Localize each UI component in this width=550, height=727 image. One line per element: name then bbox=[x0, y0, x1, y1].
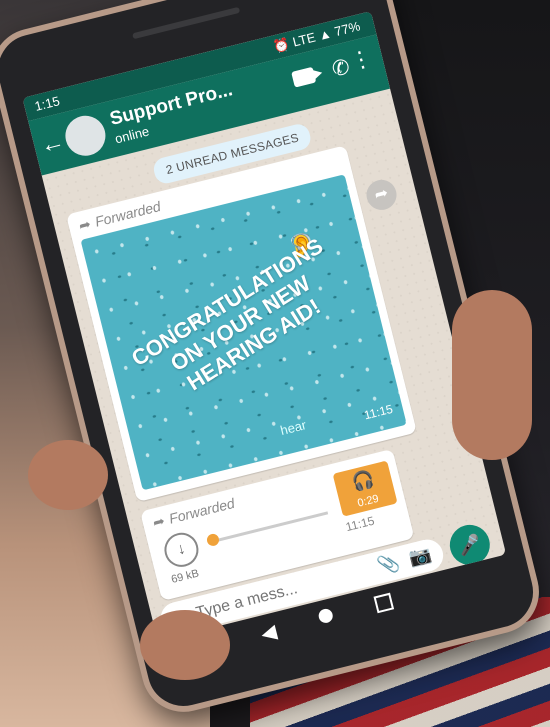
share-icon[interactable]: ➦ bbox=[363, 176, 400, 214]
audio-slider-thumb[interactable] bbox=[205, 532, 221, 548]
thumb bbox=[28, 440, 108, 510]
camera-icon[interactable]: 📷 bbox=[407, 544, 434, 570]
nav-recent-icon[interactable] bbox=[373, 592, 395, 614]
finger bbox=[140, 610, 230, 680]
earpiece bbox=[132, 6, 241, 40]
image-time: 11:15 bbox=[362, 401, 395, 423]
forwarded-label: ➦Forwarded bbox=[151, 494, 237, 531]
brand-logo: hear bbox=[278, 417, 308, 439]
menu-icon[interactable]: ⋮ bbox=[347, 45, 374, 75]
battery-label: 77% bbox=[332, 18, 362, 40]
audio-duration: 0:29 bbox=[356, 492, 381, 510]
audio-track[interactable] bbox=[211, 511, 329, 544]
image-text: CONGRATULATIONS ON YOUR NEW HEARING AID! bbox=[127, 233, 328, 396]
back-icon[interactable]: ← bbox=[37, 128, 67, 161]
headphone-icon: 🎧 bbox=[349, 468, 377, 494]
finger-right bbox=[452, 290, 532, 460]
image-message[interactable]: ➦Forwarded 🦻 CONGRATULATIONS ON YOUR NEW… bbox=[65, 145, 418, 503]
nav-home-icon[interactable] bbox=[317, 607, 335, 625]
audio-badge: 🎧 0:29 bbox=[332, 460, 398, 517]
network-label: LTE bbox=[291, 29, 317, 50]
attach-icon[interactable]: 📎 bbox=[376, 552, 403, 578]
video-call-icon[interactable] bbox=[291, 66, 317, 88]
forward-icon: ➦ bbox=[151, 512, 167, 531]
status-time: 1:15 bbox=[33, 93, 62, 114]
file-size: 69 kB bbox=[170, 567, 201, 586]
audio-time: 11:15 bbox=[344, 513, 376, 535]
avatar[interactable] bbox=[61, 111, 110, 161]
forward-icon: ➦ bbox=[77, 215, 93, 234]
nav-back-icon[interactable]: ◀ bbox=[258, 619, 279, 647]
download-icon[interactable]: ↓ bbox=[160, 529, 203, 571]
